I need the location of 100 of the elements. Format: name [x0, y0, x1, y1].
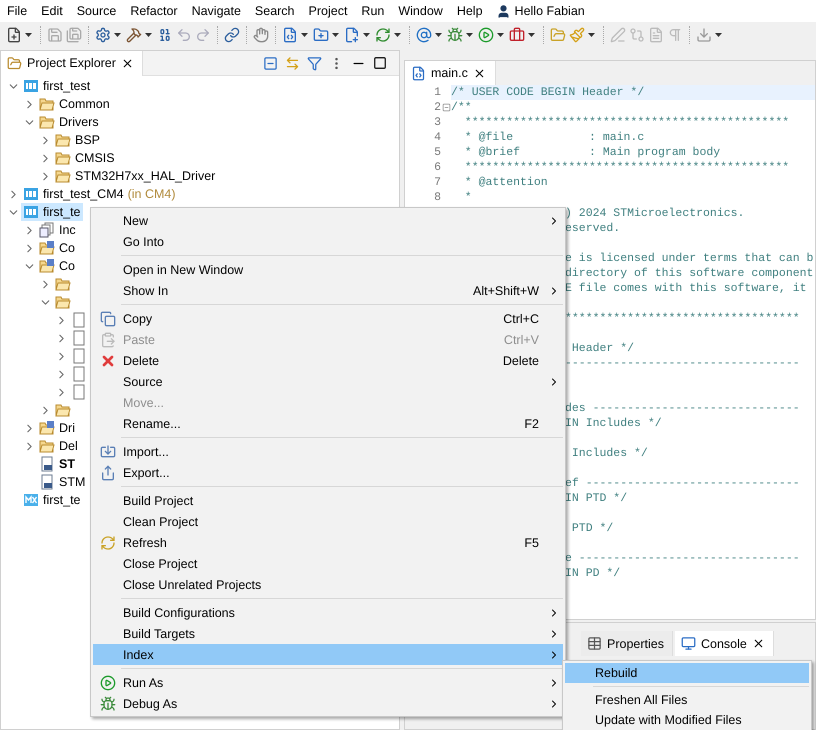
toolbox-icon[interactable]: [509, 27, 525, 43]
tree-item[interactable]: CMSIS: [53, 149, 117, 167]
caret-icon[interactable]: [363, 33, 370, 37]
menu-bar-item[interactable]: Run: [354, 0, 392, 22]
tree-item[interactable]: STM: [37, 473, 88, 491]
code-line: Header */: [570, 342, 634, 355]
maximize-icon[interactable]: [373, 56, 387, 70]
caret-icon[interactable]: [145, 33, 152, 37]
tree-item[interactable]: Dri: [37, 419, 77, 437]
caret-icon[interactable]: [114, 33, 121, 37]
caret-icon[interactable]: [332, 33, 339, 37]
tree-item[interactable]: BSP: [53, 131, 102, 149]
menu-item[interactable]: Rename... F2: [93, 413, 563, 434]
file-icon: [71, 348, 87, 364]
gear-icon[interactable]: [95, 27, 111, 43]
link-icon[interactable]: [224, 27, 240, 43]
tree-item[interactable]: first_test_CM4 (in CM4): [21, 185, 178, 203]
menu-item[interactable]: Freshen All Files: [565, 690, 809, 710]
hand-icon[interactable]: [253, 27, 269, 43]
caret-icon[interactable]: [25, 33, 32, 37]
editor-tab[interactable]: main.c: [405, 61, 496, 85]
tree-item[interactable]: Common: [37, 95, 112, 113]
folder-icon: [55, 294, 71, 310]
tree-item[interactable]: ST: [37, 455, 77, 473]
fold-icon[interactable]: [442, 103, 450, 112]
code-line: * @attention: [464, 175, 549, 190]
menu-item[interactable]: Source: [93, 371, 563, 392]
import-icon: [100, 444, 116, 460]
class-file-icon[interactable]: [282, 27, 298, 43]
menu-item[interactable]: Build Targets: [93, 623, 563, 644]
menu-item[interactable]: Build Project: [93, 490, 563, 511]
caret-icon[interactable]: [715, 33, 722, 37]
menu-bar-item[interactable]: Window: [391, 0, 450, 22]
menu-item[interactable]: Rebuild: [565, 663, 809, 683]
menu-item[interactable]: Delete Delete: [93, 350, 563, 371]
caret-icon[interactable]: [528, 33, 535, 37]
menu-item[interactable]: Export...: [93, 462, 563, 483]
refresh-icon[interactable]: [375, 27, 391, 43]
tree-item[interactable]: first_test: [21, 77, 92, 95]
bug-icon[interactable]: [447, 27, 463, 43]
menu-bar-item[interactable]: Refactor: [123, 0, 185, 22]
menu-item[interactable]: Update with Modified Files: [565, 710, 809, 730]
collapse-all-icon[interactable]: [263, 56, 278, 70]
folder-icon: [39, 438, 55, 454]
hammer-icon[interactable]: [126, 27, 142, 43]
menu-item[interactable]: Debug As: [93, 693, 563, 714]
filter-icon[interactable]: [307, 56, 322, 70]
menu-item[interactable]: Index: [93, 644, 563, 665]
menu-bar-item[interactable]: Help: [450, 0, 490, 22]
folder-plus-icon[interactable]: [313, 27, 329, 43]
caret-icon[interactable]: [301, 33, 308, 37]
tree-item[interactable]: Inc: [37, 221, 78, 239]
tree-item[interactable]: STM32H7xx_HAL_Driver: [53, 167, 218, 185]
menu-bar-item[interactable]: File: [0, 0, 34, 22]
menu-item[interactable]: Copy Ctrl+C: [93, 308, 563, 329]
menu-bar-item[interactable]: Edit: [34, 0, 70, 22]
tree-item[interactable]: first_te: [21, 491, 83, 509]
tree-item[interactable]: Del: [37, 437, 80, 455]
folder-icon: [55, 276, 71, 292]
tree-item[interactable]: Co: [37, 257, 77, 275]
tree-item[interactable]: Co: [37, 239, 77, 257]
tree-item[interactable]: first_te: [21, 203, 83, 221]
menu-bar-item[interactable]: Search: [248, 0, 302, 22]
menu-item[interactable]: Show In Alt+Shift+W: [93, 280, 563, 301]
caret-icon[interactable]: [466, 33, 473, 37]
menu-item[interactable]: Import...: [93, 441, 563, 462]
caret-icon[interactable]: [588, 33, 595, 37]
caret-icon[interactable]: [394, 33, 401, 37]
menu-item[interactable]: Build Configurations: [93, 602, 563, 623]
menu-item[interactable]: Clean Project: [93, 511, 563, 532]
close-icon[interactable]: [472, 66, 486, 80]
user-menu[interactable]: Hello Fabian: [490, 4, 591, 18]
copy-icon: [100, 310, 116, 326]
code-line: e is licensed under terms that can b: [565, 252, 814, 265]
caret-icon[interactable]: [497, 33, 504, 37]
new-file-icon[interactable]: [6, 27, 22, 43]
menu-item[interactable]: Go Into: [93, 231, 563, 252]
menu-item[interactable]: Run As: [93, 672, 563, 693]
menu-item[interactable]: New: [93, 210, 563, 231]
menu-item[interactable]: Close Unrelated Projects: [93, 574, 563, 595]
code-line: * @file : main.c: [464, 130, 646, 145]
close-icon[interactable]: [752, 637, 765, 650]
line-number: 4: [433, 131, 441, 144]
menu-bar-item[interactable]: Navigate: [184, 0, 248, 22]
line-number: 3: [433, 116, 441, 129]
menu-item[interactable]: Refresh F5: [93, 532, 563, 553]
caret-icon[interactable]: [435, 33, 442, 37]
close-icon[interactable]: [120, 56, 134, 70]
menu-bar-item[interactable]: Project: [302, 0, 354, 22]
view-tab[interactable]: Project Explorer: [1, 50, 143, 76]
line-number: 6: [433, 161, 441, 174]
menu-bar-item[interactable]: Source: [70, 0, 124, 22]
tree-item[interactable]: Drivers: [37, 113, 101, 131]
view-tab[interactable]: Properties: [581, 631, 673, 656]
at-sign-icon[interactable]: [416, 27, 432, 43]
menu-item[interactable]: Open in New Window: [93, 259, 563, 280]
file-plus-icon[interactable]: [344, 27, 360, 43]
menu-item[interactable]: Close Project: [93, 553, 563, 574]
source-folder-icon: [39, 240, 55, 256]
view-tab[interactable]: Console: [674, 631, 774, 656]
